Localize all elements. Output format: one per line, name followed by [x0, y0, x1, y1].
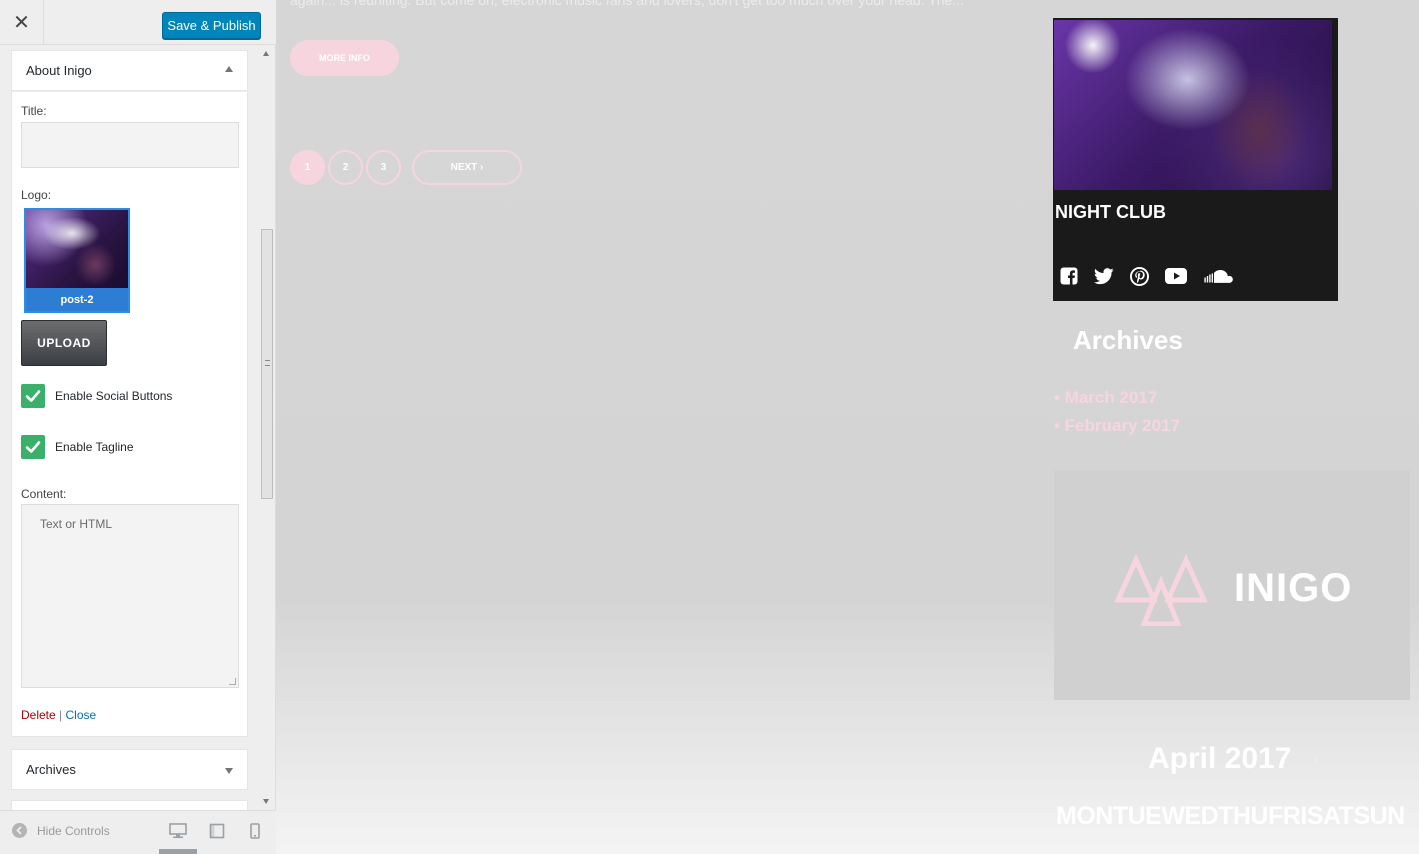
scroll-thumb[interactable]	[261, 229, 273, 499]
resize-grip-icon[interactable]	[229, 678, 236, 685]
youtube-icon[interactable]	[1164, 266, 1188, 286]
logo-thumbnail[interactable]: post-2	[24, 208, 130, 313]
widget-header-next[interactable]	[11, 800, 248, 810]
inigo-logo-text: INIGO	[1234, 566, 1353, 610]
enable-tagline-row: Enable Tagline	[21, 435, 134, 459]
archive-link-february-2017[interactable]: • February 2017	[1054, 416, 1180, 436]
enable-social-row: Enable Social Buttons	[21, 384, 172, 408]
inigo-logo-box: INIGO	[1054, 470, 1410, 700]
widget-title: About Inigo	[26, 63, 92, 78]
separator: |	[59, 708, 63, 722]
inigo-logo-icon	[1114, 553, 1208, 626]
more-info-button[interactable]: MORE INFO	[290, 40, 399, 76]
logo-caption: post-2	[26, 288, 128, 311]
customizer-header: ✕ Save & Publish	[0, 0, 276, 45]
hide-controls-icon	[12, 823, 27, 838]
close-customizer-button[interactable]: ✕	[0, 0, 44, 45]
tablet-preview-button[interactable]	[209, 823, 229, 841]
logo-label: Logo:	[21, 188, 52, 202]
widget-header-archives[interactable]: Archives	[11, 749, 248, 790]
page-1-button[interactable]: 1	[290, 150, 325, 185]
archive-link-march-2017[interactable]: • March 2017	[1054, 388, 1157, 408]
about-title: NIGHT CLUB	[1055, 202, 1166, 222]
upload-button[interactable]: UPLOAD	[21, 320, 107, 366]
active-device-indicator	[159, 849, 197, 854]
content-placeholder: Text or HTML	[40, 517, 113, 531]
pinterest-icon[interactable]	[1129, 266, 1149, 286]
customizer-footer: Hide Controls	[0, 810, 276, 854]
close-link[interactable]: Close	[66, 708, 97, 722]
sidebar-scrollbar[interactable]	[259, 45, 275, 810]
page-2-button[interactable]: 2	[328, 150, 363, 185]
enable-social-label: Enable Social Buttons	[55, 389, 173, 403]
desktop-icon	[169, 823, 187, 838]
calendar-next-icon[interactable]: ›	[1312, 748, 1319, 771]
scroll-up-icon[interactable]	[263, 51, 269, 56]
save-publish-button[interactable]: Save & Publish	[162, 12, 261, 39]
expand-arrow-icon	[225, 768, 233, 774]
widget-actions: Delete | Close	[21, 708, 96, 722]
social-buttons	[1059, 266, 1233, 286]
archives-heading: Archives	[1073, 325, 1183, 355]
about-image	[1054, 20, 1332, 190]
twitter-icon[interactable]	[1094, 266, 1114, 286]
content-textarea[interactable]: Text or HTML	[21, 504, 239, 688]
checkmark-icon	[25, 390, 41, 402]
hide-controls-button[interactable]: Hide Controls	[12, 823, 110, 838]
delete-link[interactable]: Delete	[21, 708, 56, 722]
page-3-button[interactable]: 3	[366, 150, 401, 185]
checkmark-icon	[25, 441, 41, 453]
scroll-grip-icon	[265, 360, 270, 366]
widget-form: Title: Logo: post-2 UPLOAD Enable Social…	[11, 92, 248, 737]
site-preview: again... is reuniting. But come on, elec…	[276, 0, 1419, 854]
content-label: Content:	[21, 487, 67, 501]
mobile-icon	[250, 823, 260, 839]
tablet-icon	[209, 823, 225, 839]
calendar-month: April 2017	[1148, 742, 1292, 775]
mobile-preview-button[interactable]	[249, 823, 269, 841]
title-input[interactable]	[21, 122, 239, 168]
logo-image	[26, 210, 128, 288]
enable-tagline-checkbox[interactable]	[21, 435, 45, 459]
about-widget-card: NIGHT CLUB	[1053, 18, 1338, 301]
title-label: Title:	[21, 104, 47, 118]
collapse-arrow-icon	[225, 66, 233, 72]
soundcloud-icon[interactable]	[1203, 266, 1233, 286]
calendar-weekdays: MONTUEWEDTHUFRISATSUN	[1056, 802, 1405, 830]
next-page-button[interactable]: NEXT ›	[412, 150, 522, 185]
desktop-preview-button[interactable]	[169, 823, 189, 841]
widget-title: Archives	[26, 762, 76, 777]
widget-header-about-inigo[interactable]: About Inigo	[11, 50, 248, 91]
scroll-down-icon[interactable]	[263, 799, 269, 804]
enable-social-checkbox[interactable]	[21, 384, 45, 408]
sidebar-scroll-area: About Inigo Title: Logo: post-2 UPLOAD E…	[0, 45, 276, 810]
hide-controls-label: Hide Controls	[37, 823, 110, 838]
post-excerpt: again... is reuniting. But come on, elec…	[290, 0, 965, 8]
close-icon: ✕	[13, 12, 30, 34]
facebook-icon[interactable]	[1059, 266, 1079, 286]
enable-tagline-label: Enable Tagline	[55, 440, 134, 454]
customizer-sidebar: ✕ Save & Publish About Inigo Title: Logo…	[0, 0, 276, 854]
